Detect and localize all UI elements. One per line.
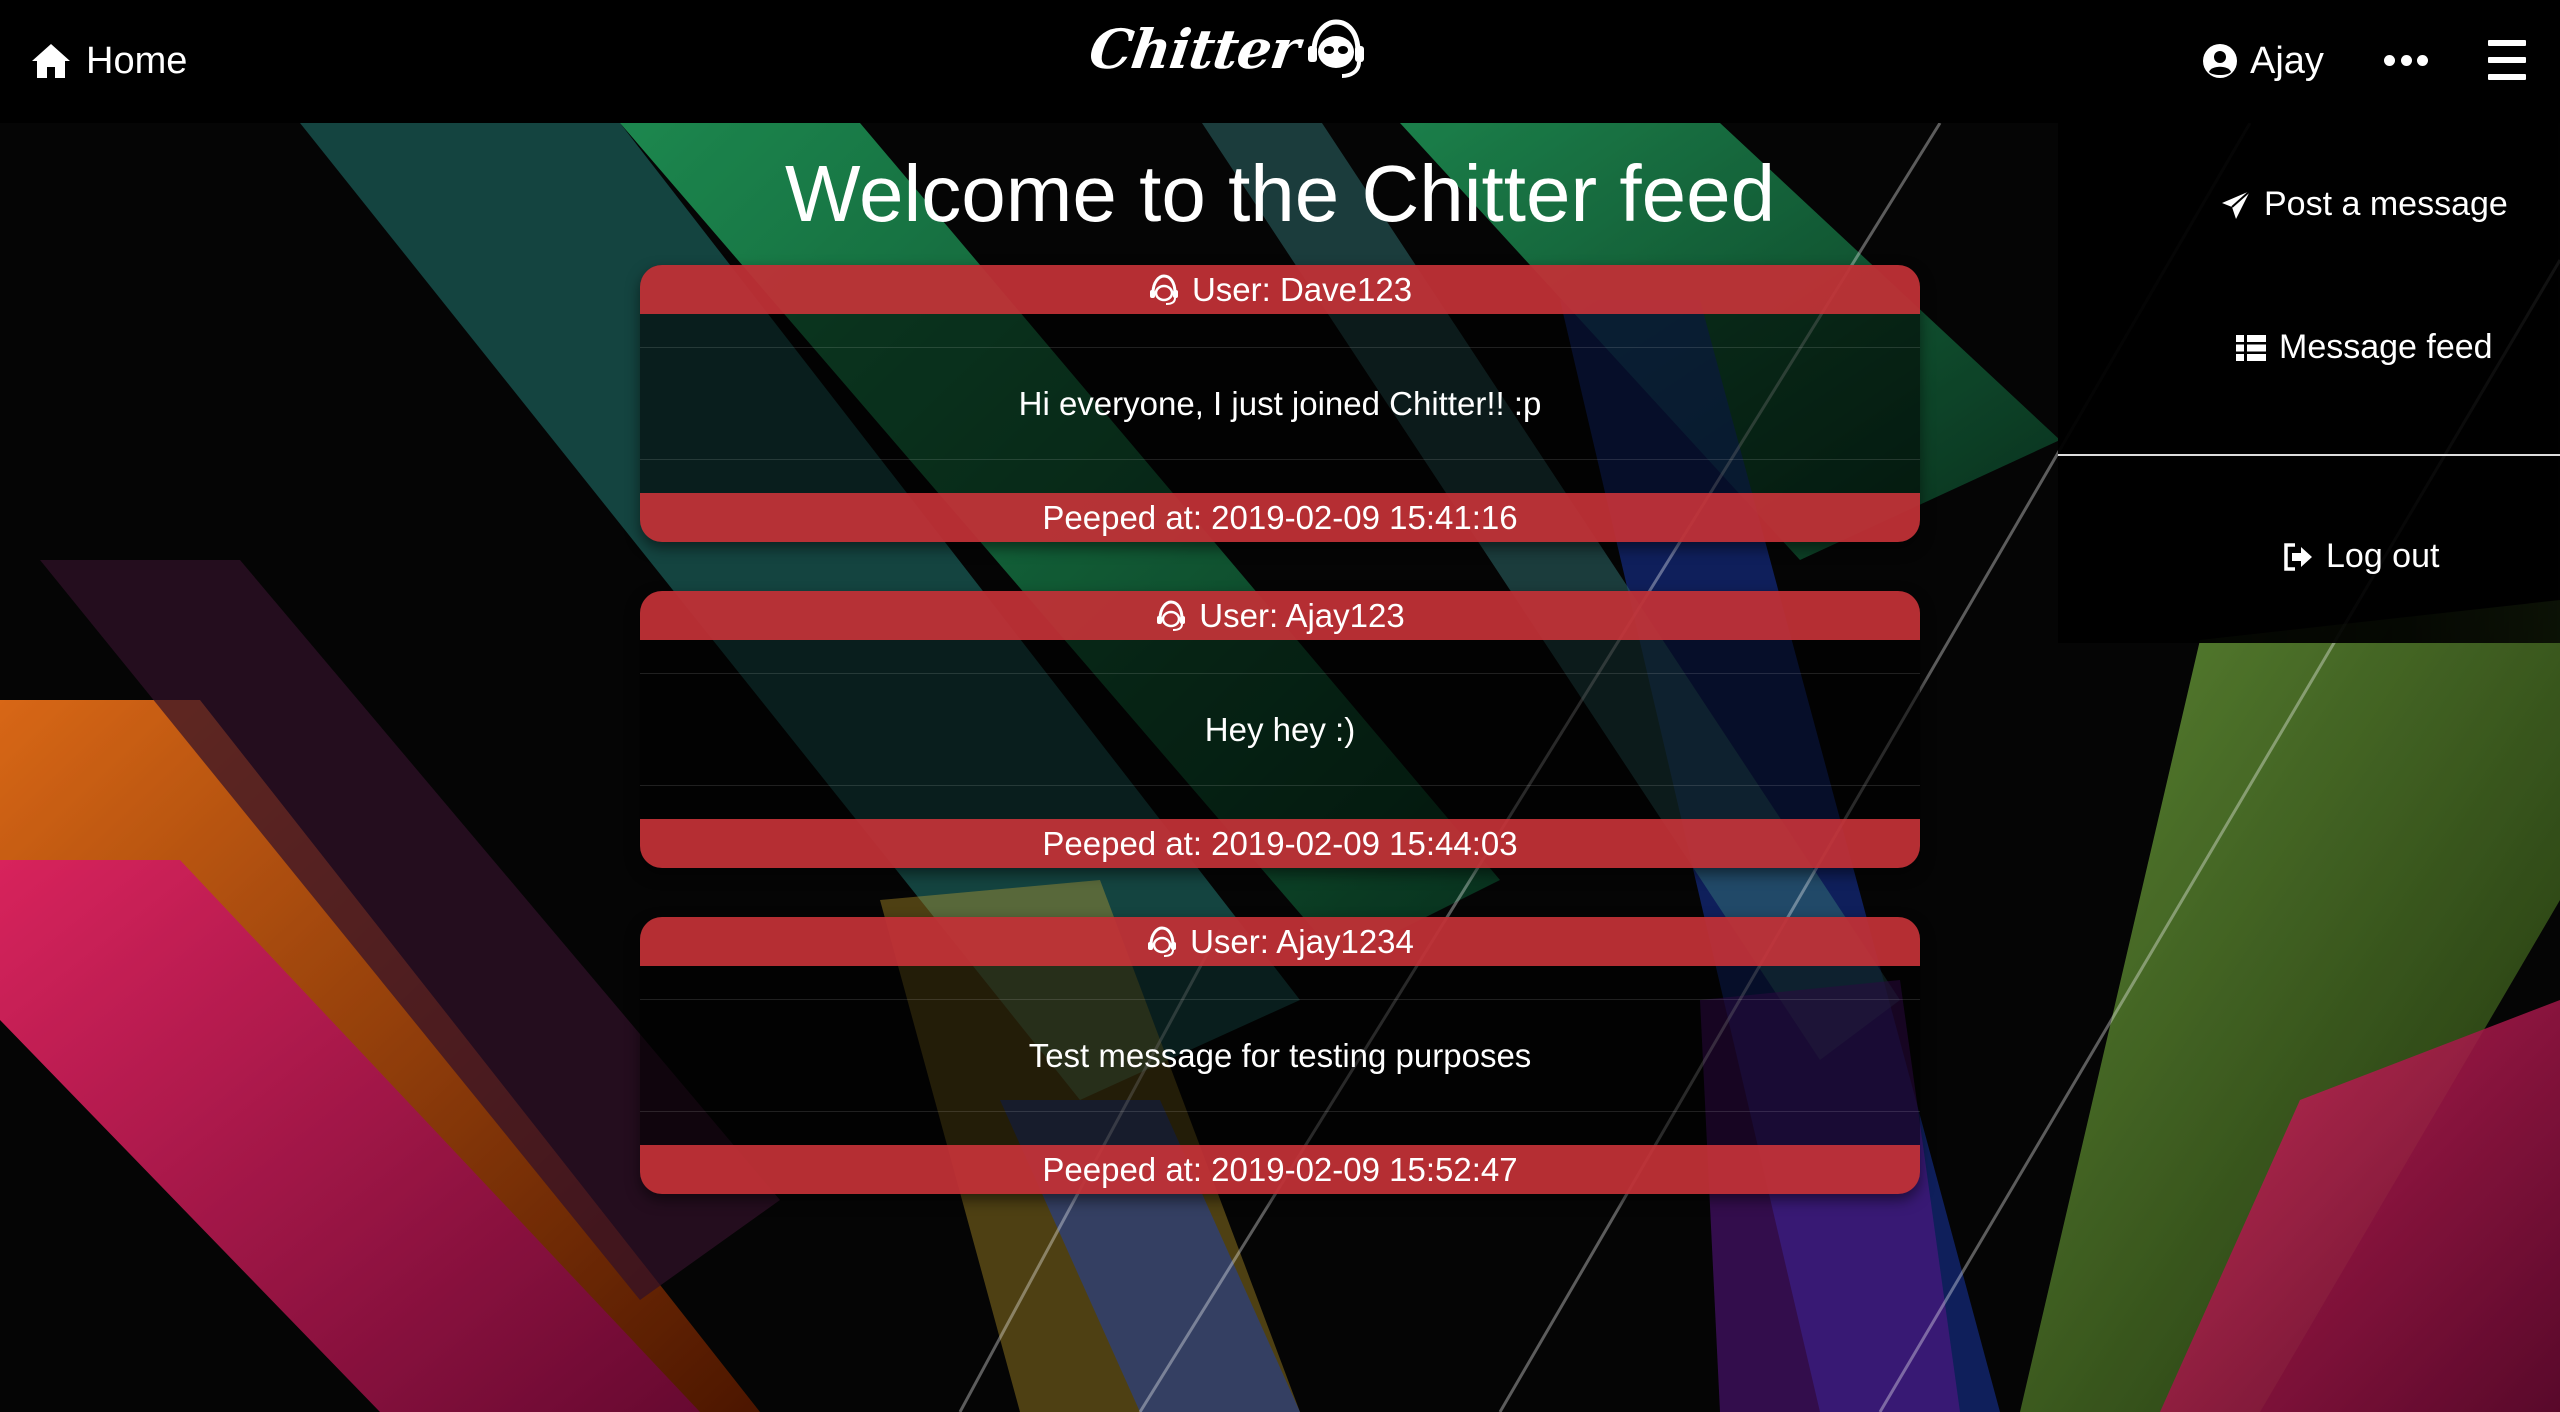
sign-out-icon bbox=[2284, 542, 2312, 571]
top-navbar: Home Chitter Ajay bbox=[0, 0, 2560, 123]
peep-card: User: Dave123 Hi everyone, I just joined… bbox=[640, 265, 1920, 542]
paper-plane-icon bbox=[2222, 189, 2251, 219]
message-feed-label: Message feed bbox=[2279, 328, 2493, 366]
menu-divider bbox=[2058, 454, 2560, 456]
headset-icon bbox=[1157, 599, 1186, 631]
user-name: Ajay bbox=[2250, 39, 2324, 82]
headset-icon bbox=[1149, 273, 1178, 305]
list-icon bbox=[2236, 334, 2266, 361]
peep-footer: Peeped at: 2019-02-09 15:52:47 bbox=[640, 1145, 1920, 1194]
user-menu[interactable]: Ajay bbox=[2202, 36, 2324, 86]
message-feed-link[interactable]: Message feed bbox=[2235, 328, 2493, 367]
peep-footer: Peeped at: 2019-02-09 15:41:16 bbox=[640, 493, 1920, 542]
logo-text: Chitter bbox=[1085, 17, 1303, 81]
divider-line bbox=[640, 785, 1920, 786]
peep-user: User: Ajay1234 bbox=[1190, 922, 1414, 960]
user-circle-icon bbox=[2203, 44, 2237, 78]
chitter-logo[interactable]: Chitter bbox=[1086, 14, 1368, 84]
peep-footer: Peeped at: 2019-02-09 15:44:03 bbox=[640, 819, 1920, 868]
chitter-page: Home Chitter Ajay Welcome to the Chitter… bbox=[0, 0, 2560, 1412]
side-menu: Post a message Message feed Log out bbox=[2058, 123, 2560, 643]
headset-icon bbox=[1148, 925, 1177, 957]
ellipsis-icon[interactable] bbox=[2384, 40, 2428, 80]
peep-header: User: Ajay1234 bbox=[640, 917, 1920, 966]
log-out-label: Log out bbox=[2326, 537, 2440, 575]
peep-card: User: Ajay123 Hey hey :) Peeped at: 2019… bbox=[640, 591, 1920, 868]
peep-card: User: Ajay1234 Test message for testing … bbox=[640, 917, 1920, 1194]
divider-line bbox=[640, 1111, 1920, 1112]
post-message-label: Post a message bbox=[2264, 185, 2508, 223]
hamburger-icon[interactable] bbox=[2488, 40, 2526, 80]
home-link[interactable]: Home bbox=[30, 36, 187, 86]
peep-header: User: Dave123 bbox=[640, 265, 1920, 314]
peep-timestamp: Peeped at: 2019-02-09 15:44:03 bbox=[1042, 824, 1518, 862]
peep-timestamp: Peeped at: 2019-02-09 15:52:47 bbox=[1042, 1150, 1518, 1188]
page-title: Welcome to the Chitter feed bbox=[784, 149, 1776, 238]
log-out-link[interactable]: Log out bbox=[2282, 537, 2439, 576]
peep-message: Hey hey :) bbox=[1204, 710, 1356, 748]
home-label: Home bbox=[86, 39, 188, 82]
peep-user: User: Dave123 bbox=[1191, 270, 1413, 308]
peep-timestamp: Peeped at: 2019-02-09 15:41:16 bbox=[1042, 498, 1518, 536]
headset-icon bbox=[1308, 19, 1365, 78]
peep-user: User: Ajay123 bbox=[1199, 596, 1405, 634]
home-icon bbox=[32, 44, 70, 78]
peep-message: Test message for testing purposes bbox=[1028, 1036, 1532, 1074]
peep-message: Hi everyone, I just joined Chitter!! :p bbox=[1018, 384, 1542, 422]
divider-line bbox=[640, 459, 1920, 460]
post-message-link[interactable]: Post a message bbox=[2220, 185, 2508, 224]
peep-header: User: Ajay123 bbox=[640, 591, 1920, 640]
message-feed: User: Dave123 Hi everyone, I just joined… bbox=[640, 265, 1920, 1243]
